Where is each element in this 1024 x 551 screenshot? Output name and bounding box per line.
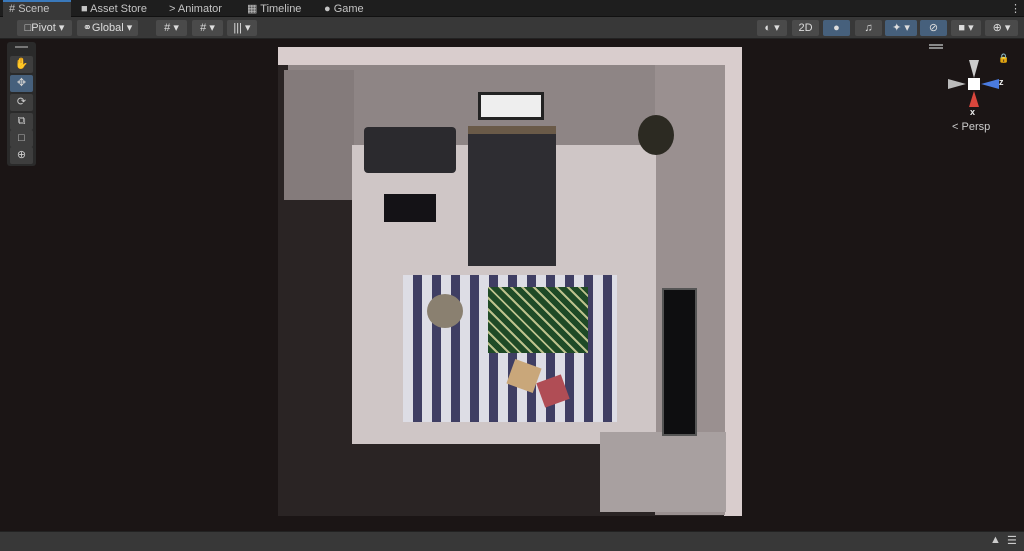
bench [600,432,726,512]
pivot-dropdown[interactable]: □Pivot ▾ [17,20,72,36]
status-bar: ▲ ☰ [0,531,1024,551]
pouf [427,294,463,328]
layers-icon[interactable]: ☰ [1007,534,1017,547]
align-icon: ||| [233,22,242,34]
hand-tool-icon[interactable]: ✋ [10,56,33,73]
tv [662,288,697,436]
axis-z-label: z [999,77,1004,87]
timeline-icon: ▦ [247,3,258,15]
draw-mode-dropdown[interactable]: ◐ ▾ [757,20,787,36]
lock-icon[interactable]: ▲ [990,534,1001,546]
ottoman [384,194,436,222]
tab-bar: # Scene ■ Asset Store > Animator ▦ Timel… [0,0,1024,17]
move-tool-icon[interactable]: ✥ [10,75,33,92]
gizmo-center-cube[interactable] [968,78,980,90]
hash-icon: # [9,3,16,15]
more-menu-icon[interactable]: ⋮ [1004,0,1024,17]
shading-icon: ◐ [764,22,772,34]
transform-tool-icon[interactable]: ⊕ [10,147,33,164]
lighting-toggle[interactable]: ● [823,20,850,36]
scene-toolbar: □Pivot ▾ ⚭Global ▾ # ▾ # ▾ ||| ▾ ◐ ▾ 2D … [0,17,1024,39]
magnet-grid-icon: # [200,22,207,34]
audio-mute-icon: ♫ [864,22,873,34]
scale-tool-icon[interactable]: ⧉ [10,113,33,130]
gizmos-dropdown[interactable]: ⊕ ▾ [985,20,1018,36]
audio-toggle[interactable]: ♫ [855,20,882,36]
globe-icon: ⚭ [82,22,92,34]
gizmo-y-cone[interactable] [969,60,979,78]
plant [638,115,674,155]
tab-asset-store[interactable]: ■ Asset Store [75,0,153,17]
wall-top [278,47,742,65]
animator-icon: > [169,3,176,15]
window [478,92,544,120]
align-button[interactable]: ||| ▾ [227,20,257,36]
wall-inner-left [284,70,354,200]
gizmo-handle-icon[interactable] [929,44,943,46]
bed [468,126,556,266]
bag-icon: ■ [81,3,88,15]
eye-slash-icon: ⊘ [928,22,939,34]
tool-palette: ✋ ✥ ⟳ ⧉ □ ⊕ [7,42,36,166]
tab-animator[interactable]: > Animator [163,0,228,17]
wall-right [724,47,742,516]
camera-icon: ■ [958,22,966,34]
snap-increment-button[interactable]: # ▾ [192,20,223,36]
hidden-objects-toggle[interactable]: ⊘ [920,20,947,36]
projection-toggle[interactable]: < Persp [952,121,990,133]
scene-view[interactable]: 🔒 z x < Persp [0,40,1024,531]
grid-snap-button[interactable]: # ▾ [156,20,187,36]
axis-x-label: x [970,107,976,117]
tab-game[interactable]: ● Game [318,0,370,17]
gizmo-neg-z-cone[interactable] [948,79,966,89]
sofa [364,127,456,173]
gamepad-icon: ● [324,3,331,15]
tab-timeline[interactable]: ▦ Timeline [241,0,307,17]
effects-icon: ✦ [892,22,902,34]
palette-handle-icon[interactable] [15,46,28,48]
grid-icon: # [164,22,171,34]
effects-dropdown[interactable]: ✦ ▾ [885,20,917,36]
rect-tool-icon[interactable]: □ [10,130,33,147]
blanket [488,287,588,353]
gizmo-x-cone[interactable] [969,91,979,107]
gizmo-icon: ⊕ [992,22,1002,34]
tab-scene[interactable]: # Scene [3,0,71,17]
global-dropdown[interactable]: ⚭Global ▾ [77,20,138,36]
2d-toggle[interactable]: 2D [792,20,819,36]
rotate-tool-icon[interactable]: ⟳ [10,94,33,111]
orientation-gizmo[interactable]: z x [944,58,1004,118]
camera-dropdown[interactable]: ■ ▾ [951,20,981,36]
lightbulb-icon: ● [833,22,840,34]
gizmo-z-cone[interactable] [981,79,999,89]
